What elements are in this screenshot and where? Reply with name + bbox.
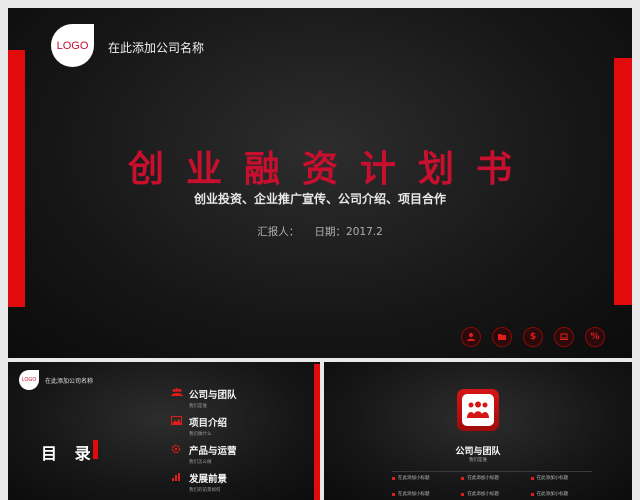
toc-item-title: 产品与运营 bbox=[189, 446, 237, 457]
section-cell-text: 在此添加小标题 bbox=[467, 492, 499, 497]
section-cell-text: 在此添加小标题 bbox=[536, 476, 569, 481]
toc-item-subtitle: 我们是谁 bbox=[189, 404, 207, 409]
bullet-icon bbox=[392, 492, 395, 496]
reporter-line: 汇报人： 日期：2017.2 bbox=[8, 224, 632, 239]
toc-company-name: 在此添加公司名称 bbox=[45, 378, 94, 385]
section-cell-text: 在此添加小标题 bbox=[536, 492, 569, 497]
toc-logo-badge: LOGO bbox=[19, 370, 39, 390]
section-subtitle: 我们是谁 bbox=[469, 458, 487, 463]
company-name: 在此添加公司名称 bbox=[108, 41, 205, 55]
section-cell: 在此添加小标题 bbox=[530, 475, 592, 481]
section-grid: 在此添加小标题 在此添加小标题 在此添加小标题 在此添加小标题 在此添加小标题 … bbox=[392, 475, 592, 497]
toc-item-title: 项目介绍 bbox=[189, 418, 228, 429]
bullet-icon bbox=[530, 492, 534, 496]
section-cell: 在此添加小标题 bbox=[530, 491, 592, 497]
toc-item-title: 发展前景 bbox=[189, 474, 228, 485]
section-cell: 在此添加小标题 bbox=[392, 491, 453, 497]
slide-title: 创业融资计划书 bbox=[127, 149, 534, 190]
toc-item[interactable]: 产品与运营 我们怎么做 bbox=[171, 443, 237, 471]
reporter-label: 汇报人： bbox=[257, 226, 300, 238]
section-badge bbox=[457, 389, 499, 431]
toc-title: 目 录 bbox=[41, 444, 97, 463]
section-cell-text: 在此添加小标题 bbox=[398, 492, 430, 497]
slide-subtitle: 创业投资、企业推广宣传、公司介绍、项目合作 bbox=[193, 192, 446, 206]
section-divider bbox=[392, 471, 592, 472]
section-title: 公司与团队 bbox=[455, 447, 501, 457]
toc-item[interactable]: 发展前景 我们的前景如何 bbox=[171, 471, 237, 499]
toc-item-title: 公司与团队 bbox=[189, 390, 237, 401]
logo-text: LOGO bbox=[56, 39, 89, 52]
user-icon bbox=[461, 327, 481, 347]
logo-badge: LOGO bbox=[51, 24, 94, 67]
toc-list: 公司与团队 我们是谁 项目介绍 我们做什么 产品与运营 我们怎么做 发展前景 我… bbox=[171, 387, 237, 499]
folder-icon bbox=[492, 327, 512, 347]
section-cell: 在此添加小标题 bbox=[461, 475, 522, 481]
main-slide[interactable]: LOGO 在此添加公司名称 创业融资计划书 创业投资、企业推广宣传、公司介绍、项… bbox=[8, 8, 632, 358]
toc-item[interactable]: 项目介绍 我们做什么 bbox=[171, 415, 237, 443]
laptop-icon bbox=[554, 327, 574, 347]
dollar-icon: $ bbox=[523, 327, 543, 347]
section-cell-text: 在此添加小标题 bbox=[398, 476, 430, 481]
section-slide[interactable]: 公司与团队 我们是谁 在此添加小标题 在此添加小标题 在此添加小标题 在此添加小… bbox=[324, 362, 632, 500]
section-cell-text: 在此添加小标题 bbox=[467, 476, 499, 481]
toc-item-subtitle: 我们怎么做 bbox=[189, 460, 212, 465]
toc-right-accent-bar bbox=[314, 364, 320, 500]
bullet-icon bbox=[461, 476, 465, 480]
chart-icon bbox=[171, 472, 181, 485]
toc-logo-text: LOGO bbox=[21, 377, 37, 383]
team-icon bbox=[462, 394, 494, 426]
toc-item-subtitle: 我们做什么 bbox=[189, 432, 212, 437]
team-icon bbox=[171, 388, 183, 400]
section-cell: 在此添加小标题 bbox=[461, 491, 522, 497]
bullet-icon bbox=[461, 492, 465, 496]
bullet-icon bbox=[392, 476, 395, 480]
image-icon bbox=[171, 416, 182, 428]
toc-red-mark bbox=[93, 440, 98, 459]
date-label: 日期：2017.2 bbox=[314, 226, 383, 238]
section-cell: 在此添加小标题 bbox=[392, 475, 453, 481]
toc-item[interactable]: 公司与团队 我们是谁 bbox=[171, 387, 237, 415]
percent-icon: % bbox=[585, 327, 605, 347]
toc-item-subtitle: 我们的前景如何 bbox=[189, 488, 221, 493]
toc-slide[interactable]: LOGO 在此添加公司名称 目 录 公司与团队 我们是谁 项目介绍 我们做什么 … bbox=[8, 362, 320, 500]
bullet-icon bbox=[530, 476, 534, 480]
gear-icon bbox=[171, 444, 181, 457]
icon-row: $ % bbox=[461, 327, 605, 347]
